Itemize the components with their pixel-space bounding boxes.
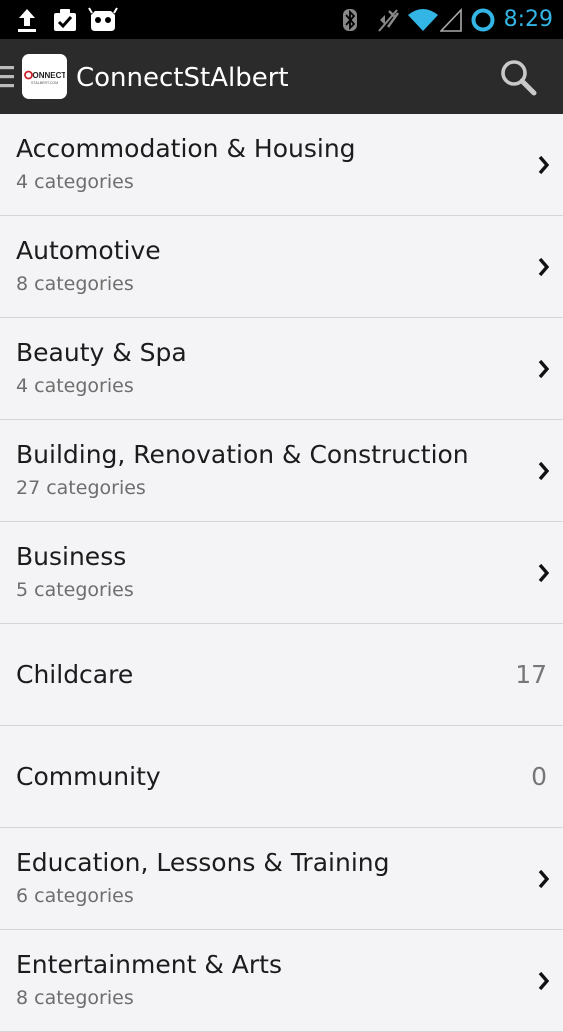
list-item-title: Beauty & Spa — [16, 338, 187, 367]
list-item-subtitle: 27 categories — [16, 477, 146, 499]
category-list: Accommodation & Housing 4 categories Aut… — [0, 114, 563, 1032]
list-item-education-lessons-training[interactable]: Education, Lessons & Training 6 categori… — [0, 828, 563, 930]
action-bar: ONNECT STALBERT.COM ConnectStAlbert — [0, 39, 563, 114]
list-item-accommodation-housing[interactable]: Accommodation & Housing 4 categories — [0, 114, 563, 216]
list-item-subtitle: 8 categories — [16, 273, 134, 295]
svg-text:ONNECT: ONNECT — [33, 71, 66, 80]
list-item-title: Entertainment & Arts — [16, 950, 282, 979]
list-item-count: 0 — [531, 762, 547, 791]
list-item-title: Automotive — [16, 236, 161, 265]
wifi-icon — [407, 0, 439, 39]
list-item-title: Building, Renovation & Construction — [16, 440, 469, 469]
list-item-count: 17 — [515, 660, 547, 689]
clipboard-check-icon — [51, 0, 79, 39]
app-title: ConnectStAlbert — [76, 63, 289, 93]
list-item-title: Education, Lessons & Training — [16, 848, 390, 877]
list-item-title: Accommodation & Housing — [16, 134, 356, 163]
search-icon[interactable] — [498, 57, 538, 97]
list-item-title: Childcare — [16, 660, 134, 689]
mute-icon — [375, 0, 401, 39]
clock: 8:29 — [503, 7, 553, 32]
list-item-subtitle: 4 categories — [16, 375, 134, 397]
status-bar: 8:29 — [0, 0, 563, 39]
list-item-beauty-spa[interactable]: Beauty & Spa 4 categories — [0, 318, 563, 420]
list-item-community[interactable]: Community 0 — [0, 726, 563, 828]
bluetooth-icon — [341, 0, 359, 39]
list-item-title: Business — [16, 542, 127, 571]
list-item-entertainment-arts[interactable]: Entertainment & Arts 8 categories — [0, 930, 563, 1032]
list-item-subtitle: 5 categories — [16, 579, 134, 601]
sync-ring-icon — [470, 0, 496, 39]
list-item-building-renovation-construction[interactable]: Building, Renovation & Construction 27 c… — [0, 420, 563, 522]
chevron-right-icon — [537, 216, 549, 318]
drawer-icon[interactable] — [0, 62, 14, 92]
chevron-right-icon — [537, 930, 549, 1032]
chevron-right-icon — [537, 318, 549, 420]
list-item-childcare[interactable]: Childcare 17 — [0, 624, 563, 726]
android-icon — [88, 0, 118, 39]
list-item-title: Community — [16, 762, 161, 791]
signal-icon — [440, 0, 462, 39]
list-item-subtitle: 8 categories — [16, 987, 134, 1009]
list-item-subtitle: 6 categories — [16, 885, 134, 907]
chevron-right-icon — [537, 828, 549, 930]
chevron-right-icon — [537, 420, 549, 522]
chevron-right-icon — [537, 522, 549, 624]
upload-icon — [14, 0, 40, 39]
svg-text:STALBERT.COM: STALBERT.COM — [31, 81, 58, 85]
chevron-right-icon — [537, 114, 549, 216]
list-item-business[interactable]: Business 5 categories — [0, 522, 563, 624]
app-logo[interactable]: ONNECT STALBERT.COM — [22, 54, 67, 99]
list-item-automotive[interactable]: Automotive 8 categories — [0, 216, 563, 318]
list-item-subtitle: 4 categories — [16, 171, 134, 193]
